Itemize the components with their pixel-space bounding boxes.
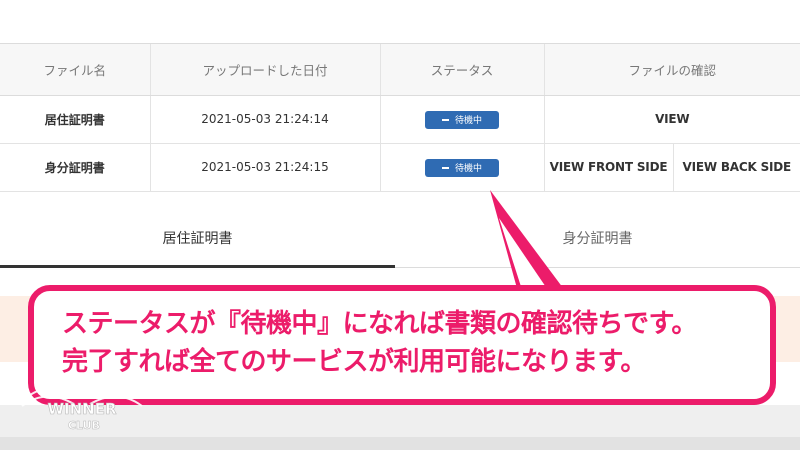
logo-text-sub: CLUB xyxy=(68,419,100,432)
callout-line-2: 完了すれば全てのサービスが利用可能になります。 xyxy=(62,347,646,377)
winner-club-logo: WINNER CLUB xyxy=(21,387,143,432)
callout-line-1: ステータスが『待機中』になれば書類の確認待ちです。 xyxy=(62,309,697,339)
logo-text-main: WINNER xyxy=(47,400,116,418)
